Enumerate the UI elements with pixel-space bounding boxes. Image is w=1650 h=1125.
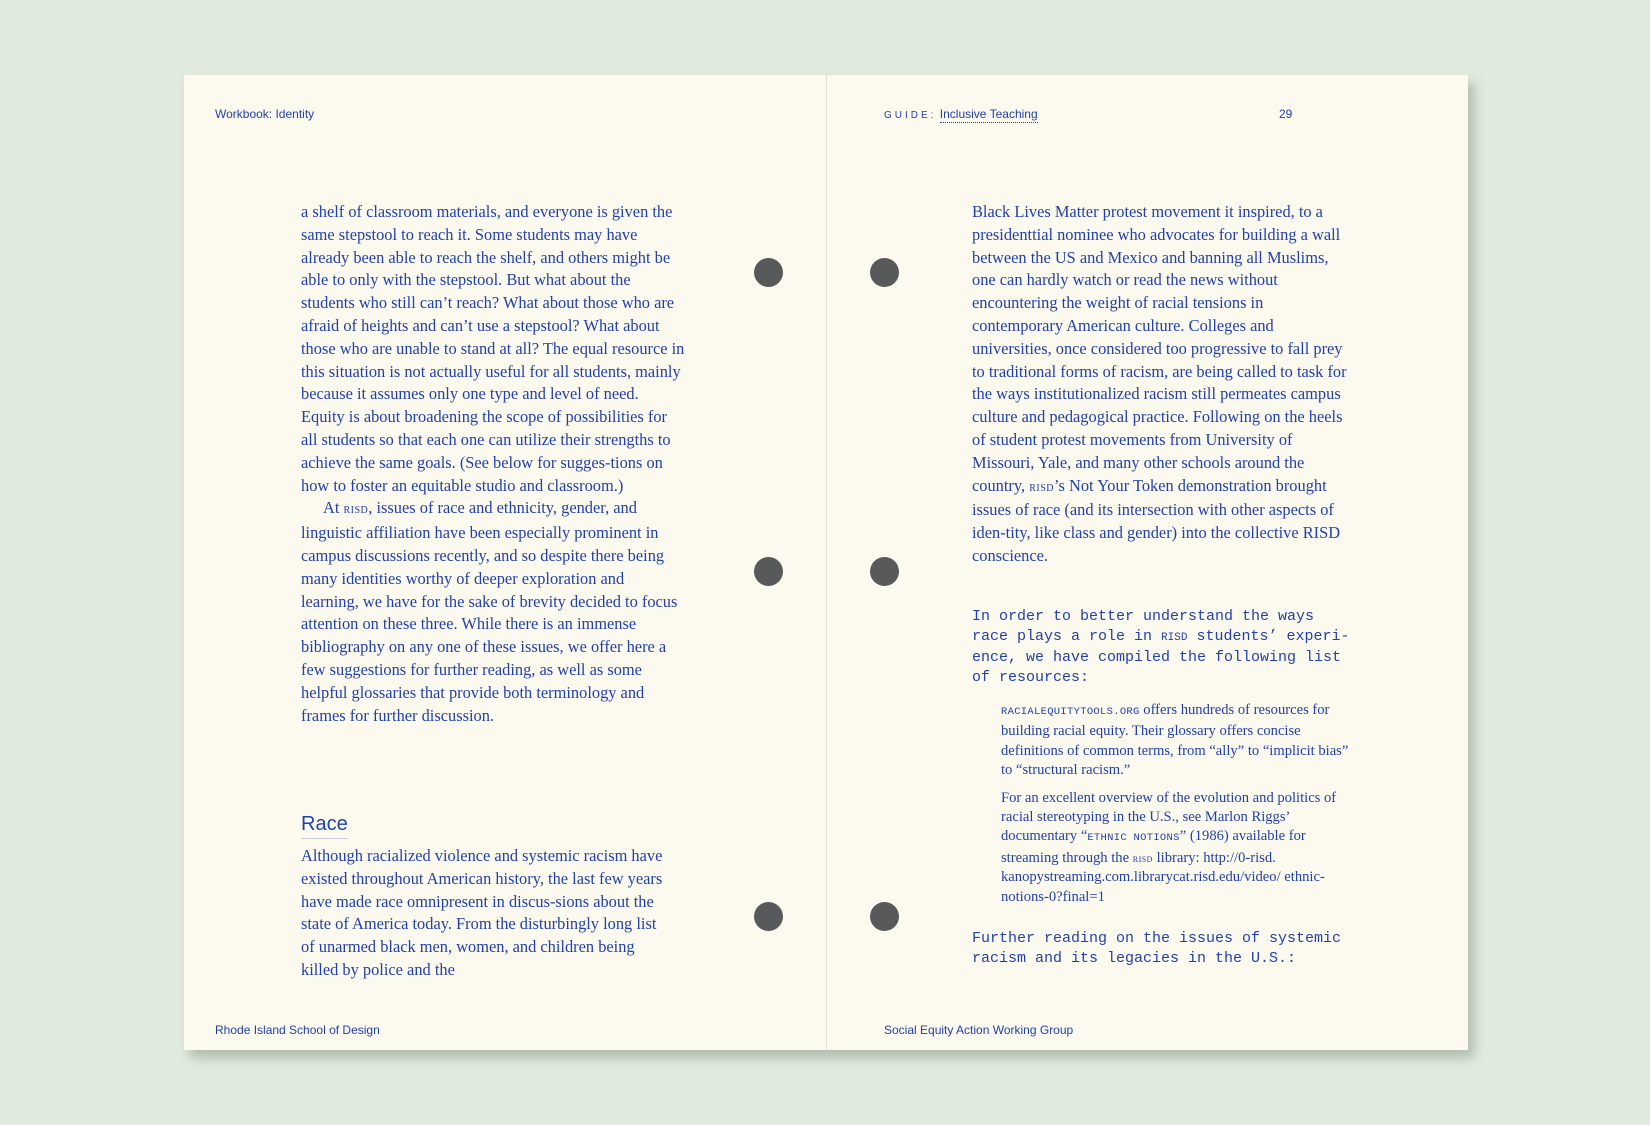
guide-label: GUIDE: — [884, 110, 937, 121]
right-running-footer: Social Equity Action Working Group — [884, 1023, 1074, 1037]
resources-intro: In order to better understand the ways r… — [972, 607, 1349, 688]
left-paragraph-3: Although racialized violence and systemi… — [301, 846, 663, 979]
left-body-column-2: Although racialized violence and systemi… — [301, 845, 671, 982]
resource-site-name[interactable]: racialequitytools.org — [1001, 706, 1140, 718]
para2-rest: , issues of race and ethnicity, gender, … — [301, 498, 678, 725]
further-reading-heading: Further reading on the issues of systemi… — [972, 930, 1342, 967]
left-paragraph-2: At risd, issues of race and ethnicity, g… — [301, 497, 685, 727]
risd-smallcaps: RISD — [1161, 632, 1188, 644]
resource-list: racialequitytools.org offers hundreds of… — [1001, 701, 1349, 915]
film-title: ethnic notions — [1087, 832, 1180, 845]
section-heading-race: Race — [301, 813, 348, 839]
punch-hole — [754, 557, 783, 586]
punch-hole — [754, 902, 783, 931]
page-number: 29 — [1279, 107, 1293, 121]
right-running-header: GUIDE: Inclusive Teaching — [884, 107, 1038, 123]
risd-smallcaps: risd — [1132, 850, 1153, 865]
punch-hole — [870, 258, 899, 287]
resource-item-1: racialequitytools.org offers hundreds of… — [1001, 701, 1349, 781]
guide-link[interactable]: Inclusive Teaching — [939, 107, 1038, 123]
left-running-footer: Rhode Island School of Design — [215, 1023, 380, 1037]
punch-hole — [754, 258, 783, 287]
right-paragraph-1: Black Lives Matter protest movement it i… — [972, 201, 1348, 568]
punch-hole — [870, 902, 899, 931]
para2-start: At — [323, 498, 344, 518]
spine-gutter — [826, 75, 827, 1050]
book-spread: Workbook: Identity a shelf of classroom … — [184, 75, 1468, 1050]
resource-item-2: For an excellent overview of the evoluti… — [1001, 789, 1349, 907]
risd-smallcaps: risd — [1029, 479, 1054, 495]
left-body-column: a shelf of classroom materials, and ever… — [301, 201, 685, 727]
left-paragraph-1: a shelf of classroom materials, and ever… — [301, 202, 685, 495]
right-body-column: Black Lives Matter protest movement it i… — [972, 201, 1348, 568]
risd-smallcaps: risd — [343, 502, 369, 518]
punch-hole — [870, 557, 899, 586]
left-running-header: Workbook: Identity — [215, 107, 315, 121]
para1-start: Black Lives Matter protest movement it i… — [972, 202, 1347, 495]
